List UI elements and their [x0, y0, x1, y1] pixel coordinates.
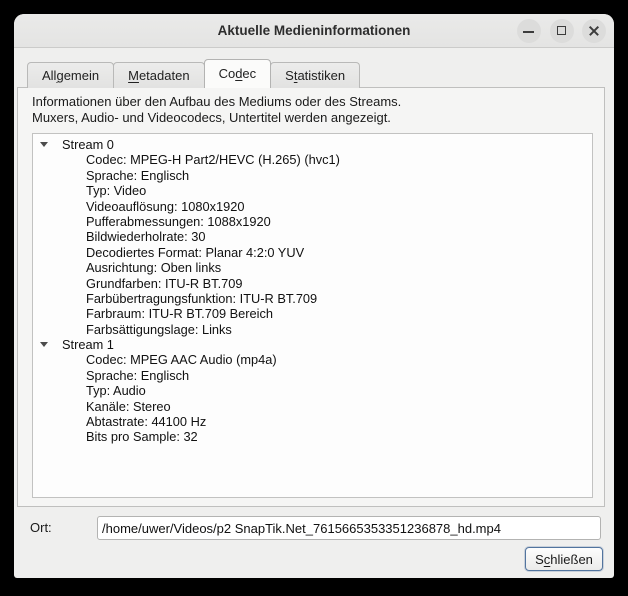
tree-row-text: Ausrichtung: Oben links [86, 260, 221, 275]
tree-detail-row[interactable]: Kanäle: Stereo [33, 399, 592, 414]
maximize-button[interactable] [550, 19, 574, 43]
tree-stream-row[interactable]: Stream 0 [33, 137, 592, 152]
tree-row-text: Farbsättigungslage: Links [86, 322, 232, 337]
titlebar[interactable]: Aktuelle Medieninformationen [14, 14, 614, 48]
stream-tree-view[interactable]: Stream 0Codec: MPEG-H Part2/HEVC (H.265)… [32, 133, 593, 498]
tree-row-text: Typ: Video [86, 183, 146, 198]
tree-stream-row[interactable]: Stream 1 [33, 337, 592, 352]
tab-bar: Allgemein Metadaten Codec Statistiken [27, 59, 359, 88]
tree-detail-row[interactable]: Farbsättigungslage: Links [33, 322, 592, 337]
tree-detail-row[interactable]: Farbraum: ITU-R BT.709 Bereich [33, 306, 592, 321]
tree-row-text: Kanäle: Stereo [86, 399, 171, 414]
tree-detail-row[interactable]: Codec: MPEG AAC Audio (mp4a) [33, 352, 592, 367]
tree-detail-row[interactable]: Sprache: Englisch [33, 168, 592, 183]
tree-row-text: Sprache: Englisch [86, 168, 189, 183]
description-line1: Informationen über den Aufbau des Medium… [32, 94, 401, 110]
codec-tab-pane: Informationen über den Aufbau des Medium… [17, 87, 605, 507]
tree-row-text: Codec: MPEG AAC Audio (mp4a) [86, 352, 277, 367]
tab-statistiken[interactable]: Statistiken [270, 62, 360, 88]
tree-detail-row[interactable]: Farbübertragungsfunktion: ITU-R BT.709 [33, 291, 592, 306]
tree-row-text: Codec: MPEG-H Part2/HEVC (H.265) (hvc1) [86, 152, 340, 167]
tree-detail-row[interactable]: Typ: Video [33, 183, 592, 198]
tree-detail-row[interactable]: Decodiertes Format: Planar 4:2:0 YUV [33, 245, 592, 260]
tree-detail-row[interactable]: Sprache: Englisch [33, 368, 592, 383]
tree-row-text: Decodiertes Format: Planar 4:2:0 YUV [86, 245, 304, 260]
pane-description: Informationen über den Aufbau des Medium… [32, 94, 401, 126]
media-info-dialog: Aktuelle Medieninformationen Allgemein M… [14, 14, 614, 578]
tree-row-text: Abtastrate: 44100 Hz [86, 414, 206, 429]
tree-detail-row[interactable]: Abtastrate: 44100 Hz [33, 414, 592, 429]
tab-metadaten[interactable]: Metadaten [113, 62, 204, 88]
tree-detail-row[interactable]: Pufferabmessungen: 1088x1920 [33, 214, 592, 229]
expander-triangle-icon[interactable] [40, 342, 48, 347]
description-line2: Muxers, Audio- und Videocodecs, Untertit… [32, 110, 401, 126]
tree-row-text: Stream 0 [62, 137, 114, 152]
tree-detail-row[interactable]: Bildwiederholrate: 30 [33, 229, 592, 244]
tree-detail-row[interactable]: Typ: Audio [33, 383, 592, 398]
tree-row-text: Farbübertragungsfunktion: ITU-R BT.709 [86, 291, 317, 306]
expander-triangle-icon[interactable] [40, 142, 48, 147]
close-dialog-button[interactable]: Schließen [525, 547, 603, 571]
tree-detail-row[interactable]: Grundfarben: ITU-R BT.709 [33, 276, 592, 291]
tree-row-text: Typ: Audio [86, 383, 146, 398]
tree-detail-row[interactable]: Videoauflösung: 1080x1920 [33, 199, 592, 214]
tab-codec[interactable]: Codec [204, 59, 272, 88]
tree-row-text: Grundfarben: ITU-R BT.709 [86, 276, 242, 291]
tree-row-text: Bits pro Sample: 32 [86, 429, 198, 444]
minimize-icon [523, 31, 534, 33]
tree-row-text: Bildwiederholrate: 30 [86, 229, 206, 244]
screen: Aktuelle Medieninformationen Allgemein M… [0, 0, 628, 596]
location-label: Ort: [30, 516, 52, 540]
tab-allgemein[interactable]: Allgemein [27, 62, 114, 88]
close-window-button[interactable] [582, 19, 606, 43]
tree-row-text: Stream 1 [62, 337, 114, 352]
tree-detail-row[interactable]: Codec: MPEG-H Part2/HEVC (H.265) (hvc1) [33, 152, 592, 167]
tree-row-text: Sprache: Englisch [86, 368, 189, 383]
tree-detail-row[interactable]: Ausrichtung: Oben links [33, 260, 592, 275]
tree-row-text: Videoauflösung: 1080x1920 [86, 199, 244, 214]
tree-row-text: Pufferabmessungen: 1088x1920 [86, 214, 271, 229]
tree-detail-row[interactable]: Bits pro Sample: 32 [33, 429, 592, 444]
location-input[interactable] [97, 516, 601, 540]
tree-row-text: Farbraum: ITU-R BT.709 Bereich [86, 306, 273, 321]
maximize-icon [557, 26, 566, 35]
minimize-button[interactable] [517, 19, 541, 43]
